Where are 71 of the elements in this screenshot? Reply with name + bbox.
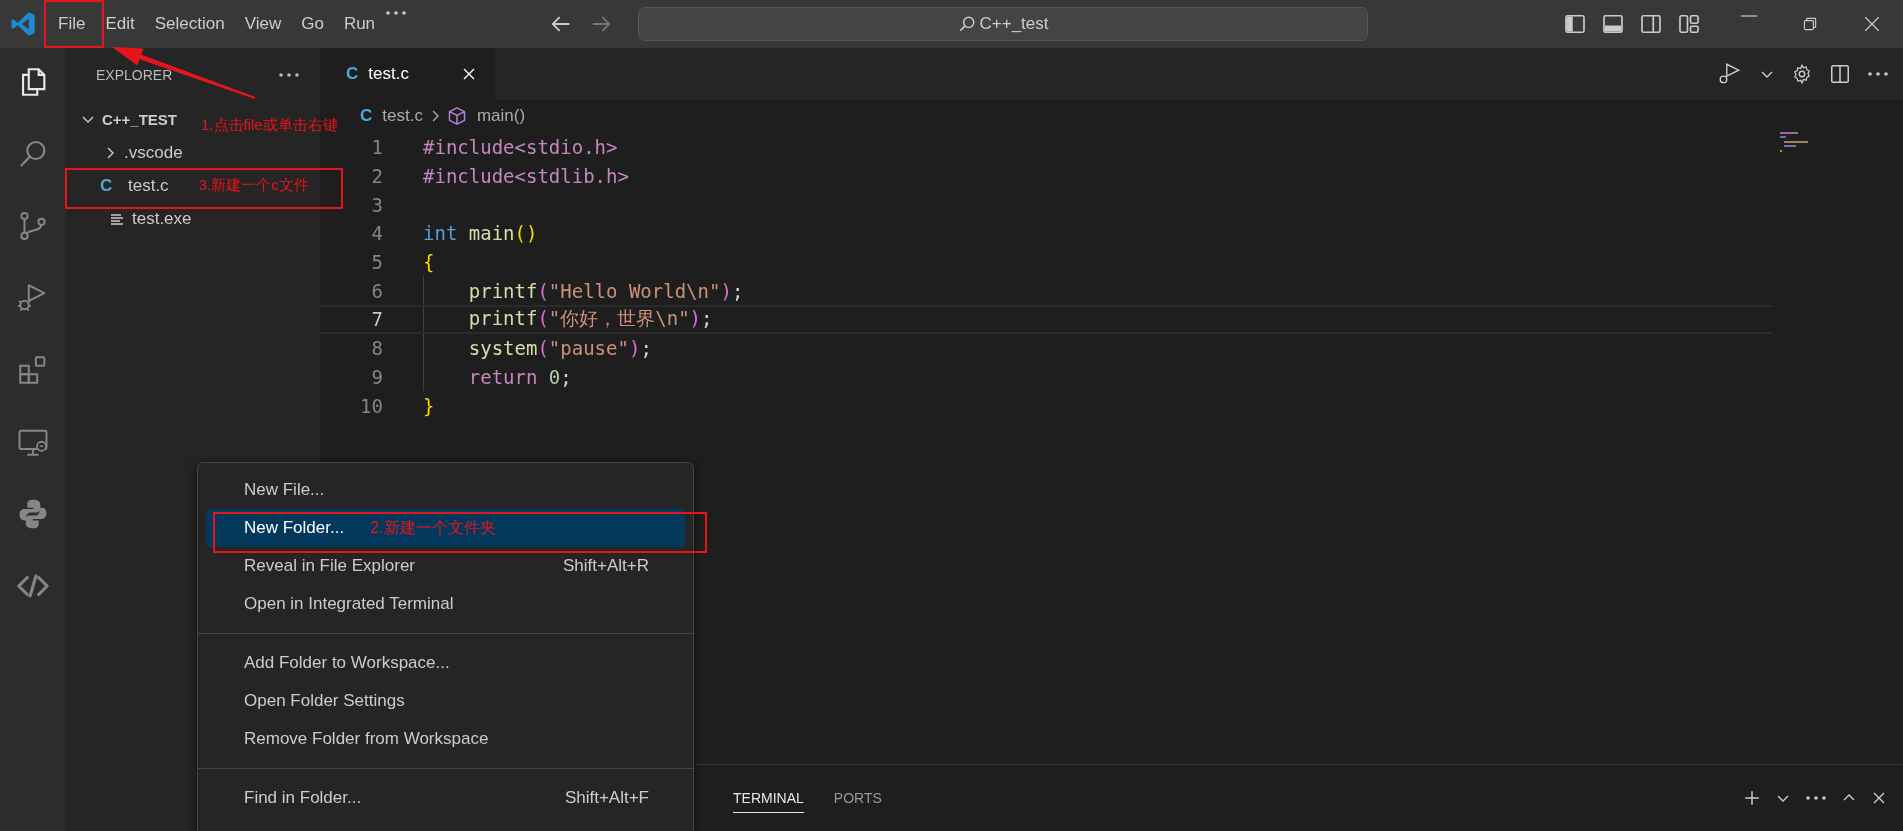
line-number: 8	[370, 337, 383, 360]
menu-item[interactable]: View	[234, 10, 292, 38]
line-number: 1	[370, 136, 383, 159]
code-line: }	[423, 394, 435, 417]
breadcrumb-item[interactable]: C test.c	[360, 106, 423, 126]
annotation-note: 1.点击file或单击右键	[201, 115, 338, 135]
c-file-icon: C	[346, 64, 359, 84]
split-editor-icon	[1829, 63, 1851, 85]
search-field[interactable]: C++_test	[638, 7, 1368, 41]
vscode-logo-icon	[9, 10, 37, 38]
menu-item[interactable]: Add Folder to Workspace...	[206, 644, 685, 682]
code-line: printf("Hello World\n");	[468, 279, 744, 302]
menu-item[interactable]: Find in Folder... Shift+Alt+F	[206, 779, 685, 817]
c-file-icon: C	[360, 106, 373, 126]
search-icon	[957, 15, 976, 33]
close-icon	[461, 66, 477, 82]
settings-icon	[1791, 63, 1813, 85]
code-line: #include<stdlib.h>	[423, 165, 629, 188]
file-lines-icon	[110, 211, 124, 226]
menu-item[interactable]: File	[48, 10, 96, 38]
close-icon	[1863, 15, 1881, 33]
line-number: 5	[370, 251, 383, 274]
code-line: system("pause");	[468, 337, 652, 360]
code-line: return 0;	[468, 365, 572, 388]
menu-item[interactable]: Open in Integrated Terminal	[206, 585, 685, 623]
menu-item[interactable]: Run	[333, 10, 386, 38]
more-icon	[278, 72, 300, 78]
line-number: 3	[370, 193, 383, 216]
minimize-icon	[1741, 15, 1757, 17]
cube-icon	[446, 106, 467, 126]
c-file-icon: C	[100, 175, 116, 196]
plus-icon	[1743, 789, 1761, 807]
code-line: printf("你好，世界\n");	[468, 306, 713, 332]
line-number: 9	[370, 365, 383, 388]
sidebar-layout-icon	[1563, 12, 1587, 36]
line-number: 2	[370, 165, 383, 188]
close-icon	[1871, 790, 1887, 806]
more-icon	[385, 10, 408, 16]
code-line: int main()	[423, 222, 538, 245]
panel-tab[interactable]: TERMINAL	[733, 783, 804, 813]
menu-item[interactable]: Reveal in File Explorer Shift+Alt+R	[206, 547, 685, 585]
menu-item[interactable]: Open Folder Settings	[206, 682, 685, 720]
breadcrumb-item[interactable]: main()	[446, 106, 526, 126]
code-line: #include<stdio.h>	[423, 136, 618, 159]
menu-item[interactable]: Remove Folder from Workspace	[206, 720, 685, 758]
more-icon	[1867, 71, 1889, 77]
tree-item[interactable]: test.exe	[66, 202, 192, 235]
menu-item[interactable]: New Folder... 2.新建一个文件夹	[206, 509, 685, 547]
panel-layout-icon	[1601, 12, 1625, 36]
menu-item[interactable]: Selection	[144, 10, 235, 38]
annotation-note: 3.新建一个c文件	[198, 176, 309, 195]
line-number: 4	[370, 222, 383, 245]
menu-item[interactable]: Edit	[95, 10, 145, 38]
editor-tab[interactable]: C test.c	[320, 48, 495, 100]
more-icon	[1805, 795, 1827, 801]
tree-item[interactable]: C test.c	[66, 169, 169, 202]
line-number: 10	[359, 394, 383, 417]
tree-item[interactable]: C++_TEST	[66, 102, 178, 136]
custom-layout-icon	[1677, 12, 1701, 36]
line-number: 7	[370, 308, 383, 331]
tree-item[interactable]: .vscode	[66, 136, 183, 169]
sidebar-title: EXPLORER	[96, 67, 173, 83]
menu-item[interactable]: Go	[291, 10, 334, 38]
panel-tab[interactable]: PORTS	[833, 783, 882, 813]
annotation-note: 2.新建一个文件夹	[370, 517, 496, 538]
minimap-drawing	[1780, 132, 1810, 154]
line-number: 6	[370, 279, 383, 302]
restore-icon	[1801, 15, 1819, 33]
menu-item[interactable]: New File...	[206, 471, 685, 509]
code-line: {	[423, 251, 435, 274]
split-layout-icon	[1639, 12, 1663, 36]
